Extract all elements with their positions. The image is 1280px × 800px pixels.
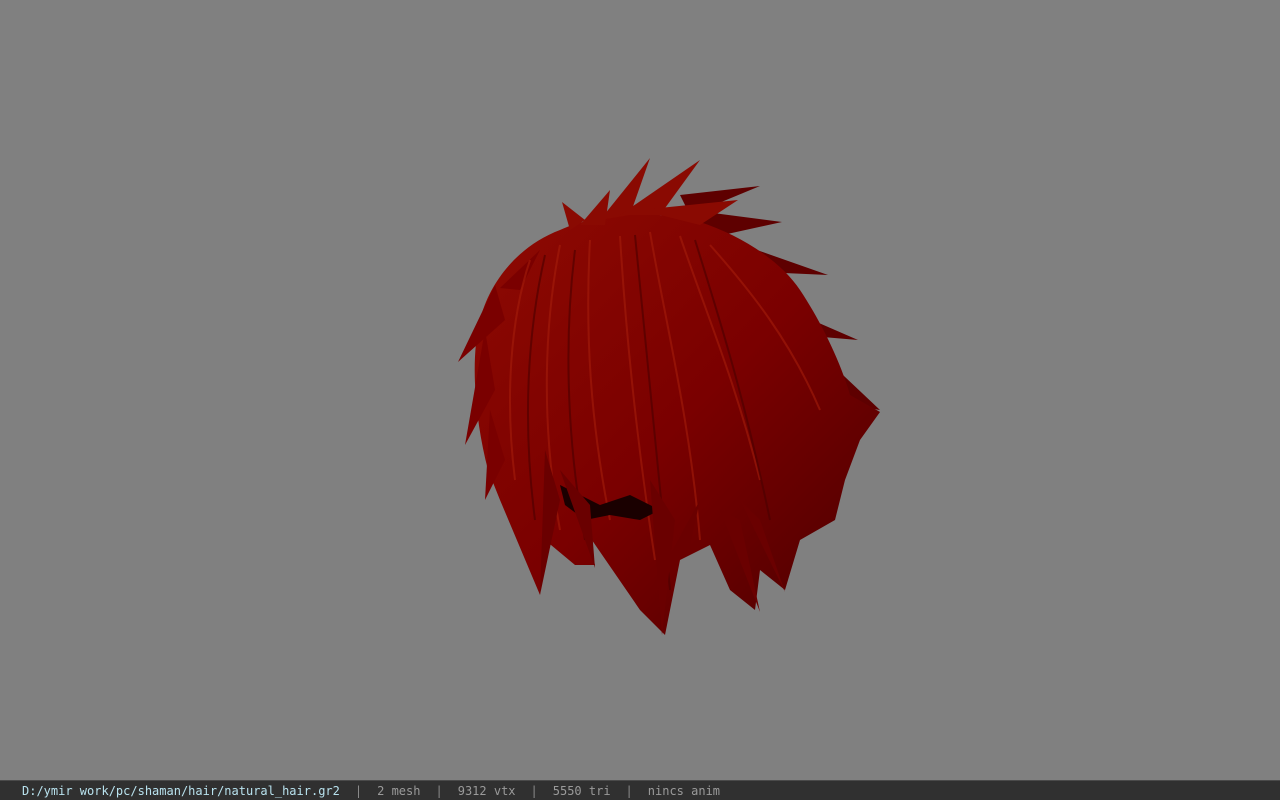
file-path: D:/ymir work/pc/shaman/hair/natural_hair… [22, 783, 340, 798]
triangle-count: 5550 tri [552, 783, 611, 798]
separator: | [435, 783, 443, 798]
animation-status: nincs anim [647, 783, 721, 798]
separator: | [530, 783, 538, 798]
separator: | [354, 783, 363, 798]
3d-viewport[interactable] [0, 0, 1280, 780]
mesh-count: 2 mesh [377, 783, 421, 798]
separator: | [625, 783, 633, 798]
status-bar: D:/ymir work/pc/shaman/hair/natural_hair… [0, 780, 1280, 800]
vertex-count: 9312 vtx [457, 783, 516, 798]
hair-mass [474, 214, 880, 635]
hair-model [458, 158, 880, 635]
